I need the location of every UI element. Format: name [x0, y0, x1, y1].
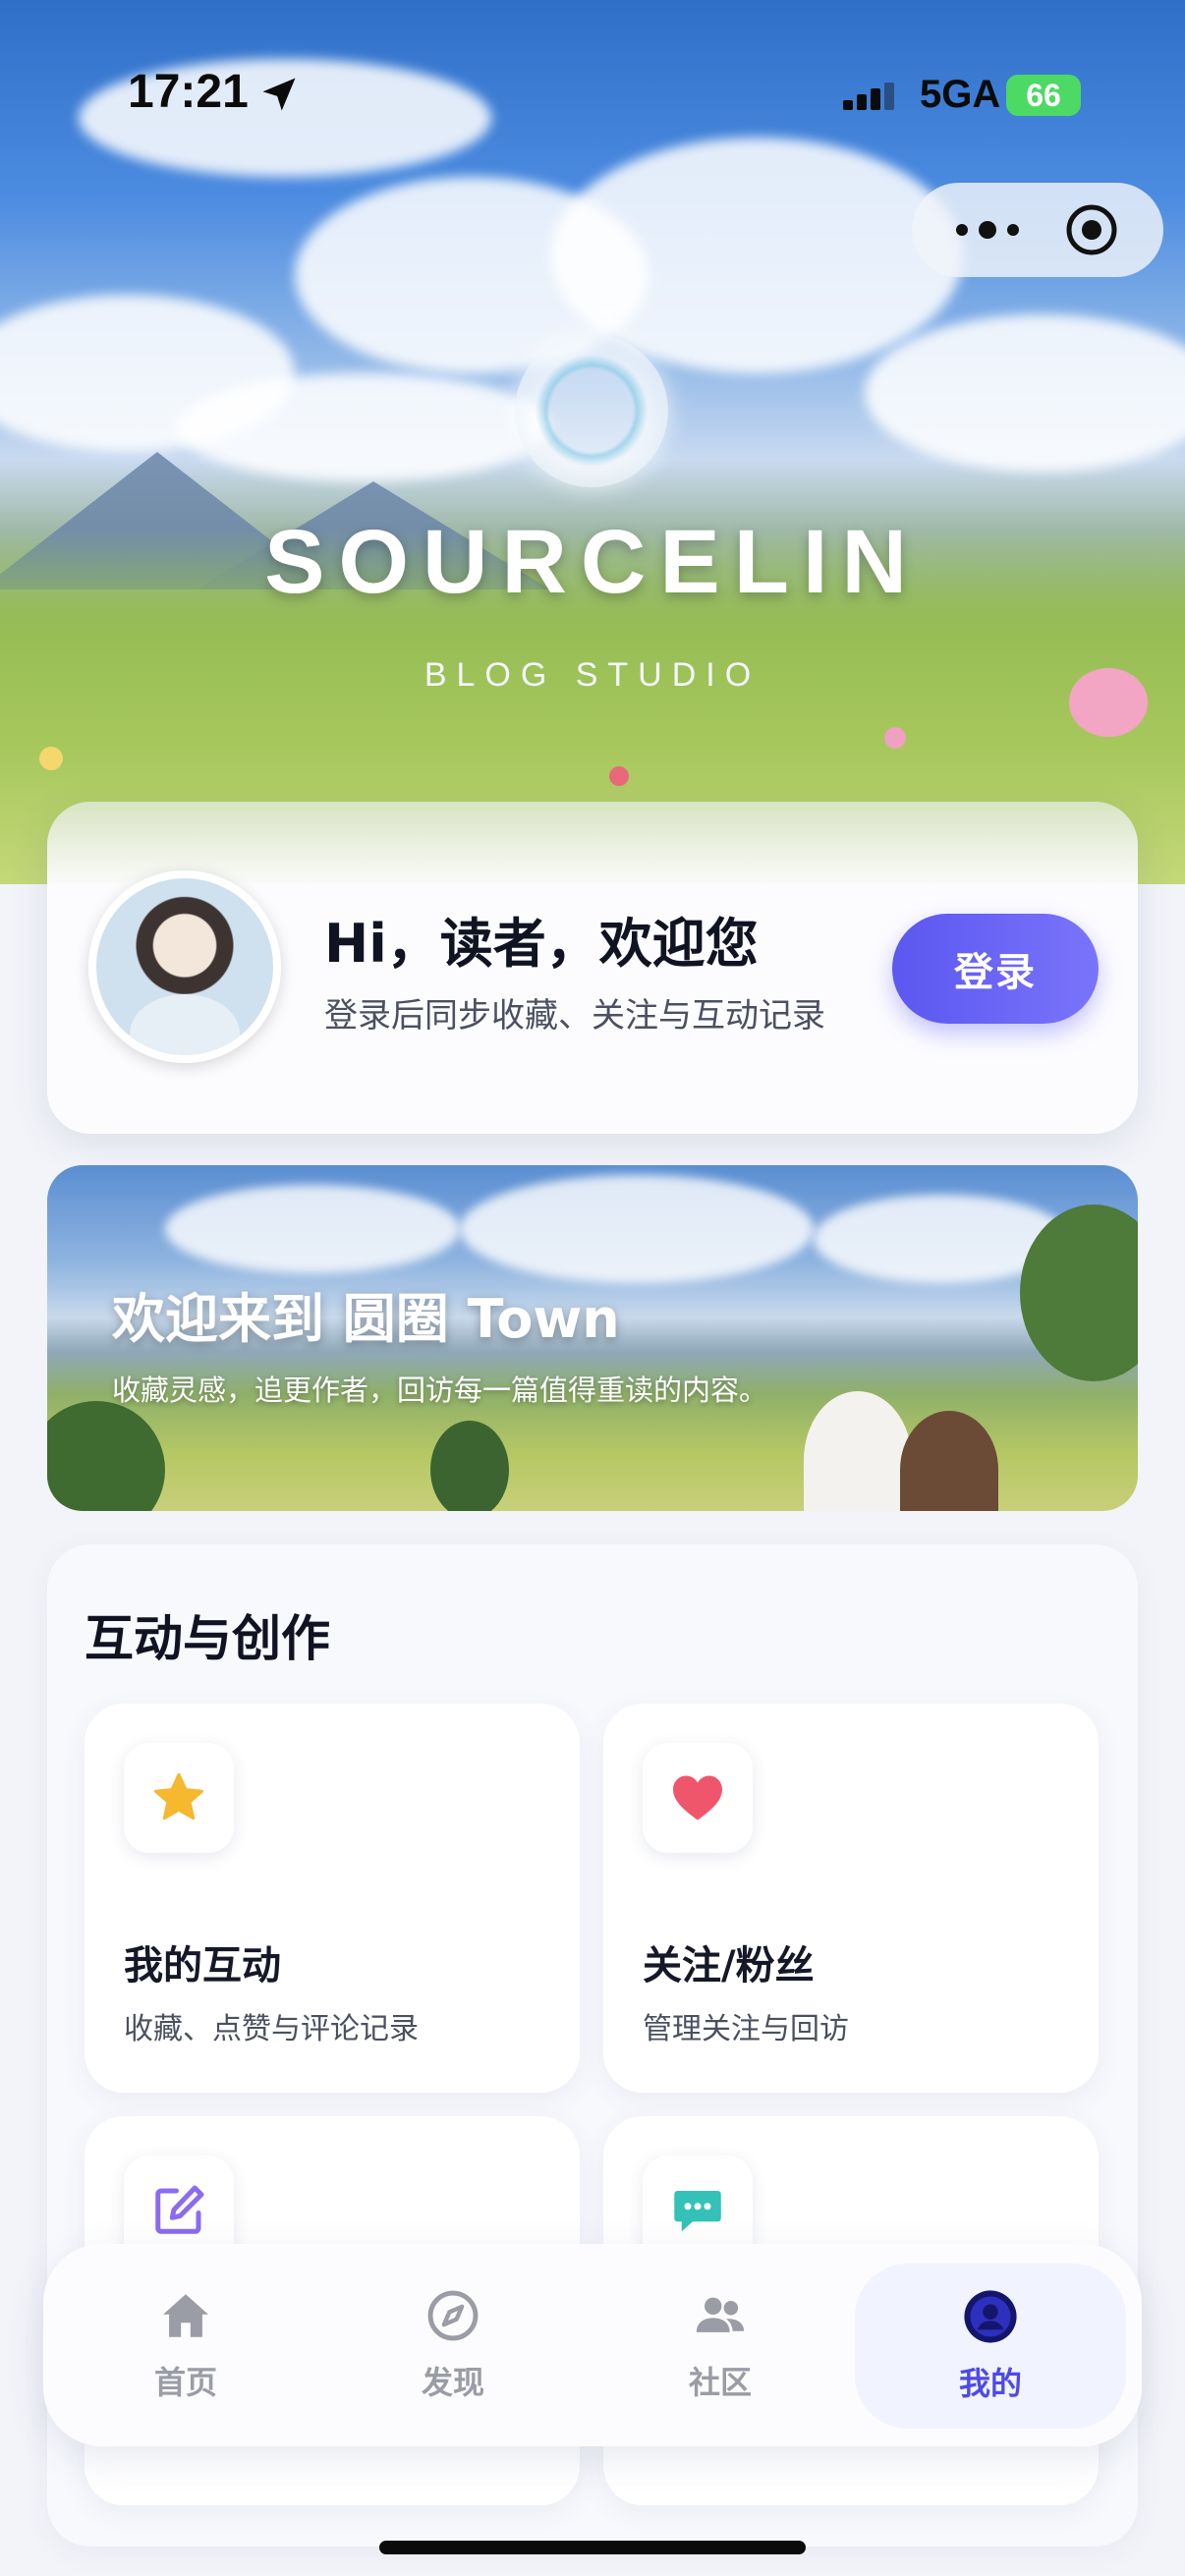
home-indicator	[379, 2541, 806, 2554]
compass-icon	[427, 2290, 479, 2341]
tab-label: 首页	[153, 2364, 217, 2401]
login-button[interactable]: 登录	[892, 914, 1099, 1024]
chat-icon	[674, 2191, 721, 2232]
brand-title: SOURCELIN	[264, 512, 921, 612]
banner-person	[804, 1391, 912, 1511]
profile-icon	[964, 2290, 1017, 2343]
hero-flower	[39, 747, 63, 770]
tile-follow-fans[interactable]: 关注/粉丝 管理关注与回访	[603, 1704, 1099, 2093]
tile-title: 我的互动	[124, 1943, 281, 1988]
hero-flower	[609, 766, 629, 786]
tab-community[interactable]: 社区	[588, 2244, 853, 2446]
edit-icon	[155, 2185, 204, 2234]
tab-label: 社区	[688, 2364, 752, 2401]
battery-level: 66	[1026, 77, 1061, 113]
tile-my-interactions[interactable]: 我的互动 收藏、点赞与评论记录	[85, 1704, 580, 2093]
banner-person	[900, 1411, 998, 1511]
heart-icon	[673, 1775, 722, 1820]
profile-card: Hi，读者，欢迎您 登录后同步收藏、关注与互动记录 登录	[47, 802, 1138, 1134]
location-arrow-icon	[262, 78, 296, 111]
banner-title: 欢迎来到 圆圈 Town	[112, 1288, 620, 1350]
hero-banner: 17:21 5GA 66 SOURCELIN BLOG STUDIO	[0, 0, 1185, 884]
status-bar: 17:21 5GA 66	[0, 0, 1185, 187]
tile-title: 关注/粉丝	[643, 1943, 815, 1988]
tile-desc: 收藏、点赞与评论记录	[124, 2012, 419, 2046]
more-dots-icon[interactable]	[956, 220, 1019, 240]
bottom-tab-bar: 首页 发现 社区 我的	[43, 2244, 1142, 2446]
greeting-subtitle: 登录后同步收藏、关注与互动记录	[324, 996, 825, 1036]
home-icon	[163, 2294, 208, 2337]
target-circle-icon[interactable]	[1064, 202, 1119, 257]
tab-mine[interactable]: 我的	[855, 2264, 1126, 2429]
tile-desc: 管理关注与回访	[643, 2012, 849, 2046]
brand-subtitle: BLOG STUDIO	[423, 656, 762, 694]
community-icon	[696, 2297, 745, 2332]
tab-home[interactable]: 首页	[53, 2244, 318, 2446]
signal-icon	[843, 83, 894, 110]
tab-discover[interactable]: 发现	[320, 2244, 586, 2446]
brand-logo	[515, 334, 668, 487]
tab-label: 发现	[421, 2364, 484, 2401]
battery-indicator: 66	[1006, 75, 1081, 116]
hero-flower	[884, 727, 906, 749]
section-title: 互动与创作	[85, 1610, 330, 1667]
status-time: 17:21	[128, 66, 249, 118]
miniapp-capsule	[912, 183, 1163, 277]
star-icon	[154, 1772, 203, 1820]
banner-subtitle: 收藏灵感，追更作者，回访每一篇值得重读的内容。	[112, 1373, 768, 1407]
hero-cloud	[865, 314, 1185, 472]
greeting-title: Hi，读者，欢迎您	[324, 913, 759, 975]
avatar[interactable]	[88, 870, 281, 1063]
network-type: 5GA	[920, 73, 1001, 116]
welcome-banner[interactable]: 欢迎来到 圆圈 Town 收藏灵感，追更作者，回访每一篇值得重读的内容。	[47, 1165, 1138, 1511]
tab-label: 我的	[958, 2365, 1022, 2402]
